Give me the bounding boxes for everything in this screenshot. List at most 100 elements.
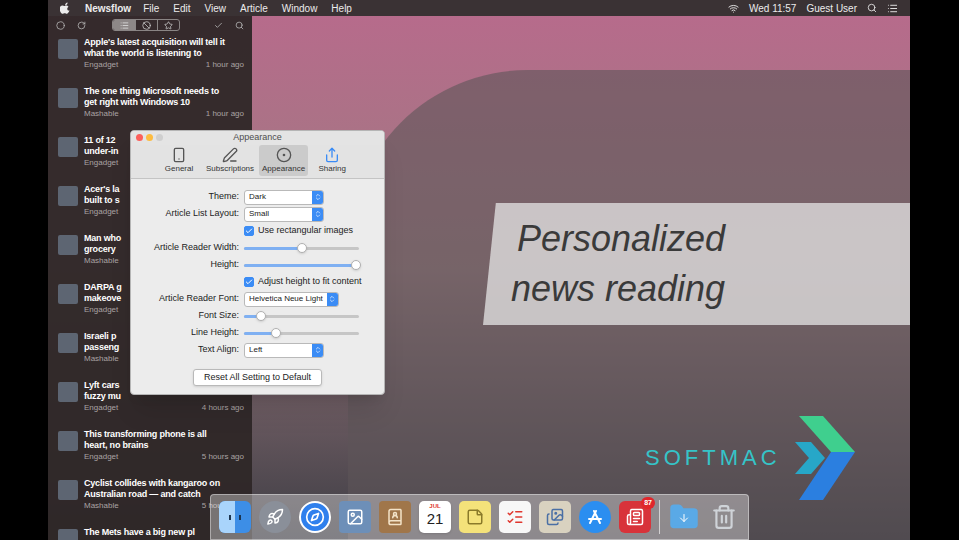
- wifi-icon[interactable]: [728, 3, 739, 14]
- slider-knob[interactable]: [271, 328, 281, 338]
- user-menu[interactable]: Guest User: [806, 1, 857, 16]
- article-thumbnail: [58, 480, 78, 500]
- select[interactable]: Left: [244, 343, 324, 358]
- safari-icon[interactable]: [299, 501, 331, 533]
- minimize-button[interactable]: [146, 134, 153, 141]
- refresh-icon[interactable]: [77, 21, 86, 30]
- preferences-tab[interactable]: Sharing: [310, 145, 354, 176]
- checkbox-field[interactable]: Adjust height to fit content: [244, 275, 376, 289]
- setting-label: Article Reader Width:: [139, 241, 239, 255]
- checkbox[interactable]: [244, 226, 254, 236]
- filter-segment[interactable]: [157, 20, 179, 30]
- tab-icon: [276, 147, 292, 163]
- sidebar-toolbar: [48, 16, 252, 34]
- tab-label: Subscriptions: [206, 163, 254, 174]
- preferences-dialog: AppearanceGeneralSubscriptionsAppearance…: [130, 130, 385, 395]
- calendar-month: JUL: [429, 502, 440, 510]
- filter-segment[interactable]: [135, 20, 157, 30]
- slider-knob[interactable]: [297, 243, 307, 253]
- screen-frame: Newsflow File Edit View Article Window Help Wed…: [0, 0, 959, 540]
- close-button[interactable]: [136, 134, 143, 141]
- dialog-title: Appearance: [171, 131, 344, 145]
- preferences-tabs: General Subscriptions Appearance Sharing: [131, 145, 384, 179]
- notes-icon[interactable]: [459, 501, 491, 533]
- rocket-icon: [266, 508, 284, 526]
- menu-item[interactable]: Help: [331, 1, 352, 16]
- downloads-folder[interactable]: [668, 501, 700, 533]
- slider-knob[interactable]: [351, 260, 361, 270]
- tab-label: Sharing: [318, 163, 346, 174]
- notification-list-icon[interactable]: [887, 3, 898, 14]
- select-value: Helvetica Neue Light: [245, 293, 327, 305]
- search-icon[interactable]: [235, 21, 244, 30]
- calendar-icon[interactable]: JUL21: [419, 501, 451, 533]
- article-item[interactable]: This transforming phone is allheart, no …: [48, 426, 252, 475]
- finder-icon[interactable]: [219, 501, 251, 533]
- contacts-icon[interactable]: [379, 501, 411, 533]
- article-source: Mashable: [84, 501, 119, 511]
- reminders-icon[interactable]: [499, 501, 531, 533]
- setting-label: Line Height:: [139, 326, 239, 340]
- softmac-watermark: SOFTMAC: [645, 410, 863, 505]
- app-menu[interactable]: Newsflow: [85, 1, 131, 16]
- slider[interactable]: [244, 328, 359, 338]
- article-title: what the world is listening to: [84, 48, 244, 59]
- preferences-tab[interactable]: Appearance: [259, 145, 308, 176]
- photos-icon[interactable]: [539, 501, 571, 533]
- spotlight-icon[interactable]: [867, 3, 877, 13]
- filter-segment[interactable]: [113, 20, 135, 30]
- dock: JUL21 87: [210, 494, 749, 540]
- slider[interactable]: [244, 243, 359, 253]
- menu-item[interactable]: Window: [282, 1, 318, 16]
- slider-knob[interactable]: [256, 311, 266, 321]
- preferences-tab[interactable]: Subscriptions: [203, 145, 257, 176]
- setting-label: Height:: [139, 258, 239, 272]
- banner-text: Personalized: [517, 214, 910, 264]
- slider[interactable]: [244, 311, 359, 321]
- article-item[interactable]: The one thing Microsoft needs toget righ…: [48, 83, 252, 132]
- article-item[interactable]: Apple's latest acquisition will tell itw…: [48, 34, 252, 83]
- article-title: get right with Windows 10: [84, 97, 244, 108]
- menu-item[interactable]: File: [143, 1, 159, 16]
- article-thumbnail: [58, 39, 78, 59]
- setting-row: Height:: [139, 257, 376, 274]
- menu-bar: Newsflow File Edit View Article Window Help Wed…: [48, 0, 910, 16]
- preview-icon[interactable]: [339, 501, 371, 533]
- setting-label: Theme:: [139, 190, 239, 204]
- desktop: Newsflow File Edit View Article Window Help Wed…: [48, 0, 910, 540]
- softmac-logo-icon: [793, 412, 863, 504]
- select-value: Left: [245, 344, 266, 356]
- select[interactable]: Dark: [244, 190, 324, 205]
- app-store-icon[interactable]: [579, 501, 611, 533]
- check-icon: [245, 278, 253, 286]
- select[interactable]: Small: [244, 207, 324, 222]
- mark-read-icon[interactable]: [214, 21, 223, 30]
- select[interactable]: Helvetica Neue Light: [244, 292, 339, 307]
- article-thumbnail: [58, 382, 78, 402]
- slider[interactable]: [244, 260, 359, 270]
- clock[interactable]: Wed 11:57: [749, 1, 796, 16]
- article-title: This transforming phone is all: [84, 429, 244, 440]
- list-icon: [120, 21, 129, 30]
- newsflow-icon[interactable]: 87: [619, 501, 651, 533]
- menu-item[interactable]: Article: [240, 1, 268, 16]
- menu-item[interactable]: View: [204, 1, 226, 16]
- address-book-icon: [386, 508, 404, 526]
- article-time: 1 hour ago: [206, 60, 244, 70]
- article-thumbnail: [58, 88, 78, 108]
- checkbox-field[interactable]: Use rectangular images: [244, 224, 376, 238]
- article-source: Mashable: [84, 354, 119, 364]
- preferences-tab[interactable]: General: [157, 145, 201, 176]
- status-circle-icon[interactable]: [56, 21, 65, 30]
- apple-icon[interactable]: [60, 2, 71, 14]
- zoom-button[interactable]: [156, 134, 163, 141]
- article-source: Engadget: [84, 60, 118, 70]
- trash-icon: [711, 504, 737, 530]
- menu-item[interactable]: Edit: [173, 1, 190, 16]
- launchpad-icon[interactable]: [259, 501, 291, 533]
- stepper-icon: [314, 346, 322, 354]
- checkbox[interactable]: [244, 277, 254, 287]
- stepper-icon: [328, 295, 336, 303]
- reset-button[interactable]: Reset All Setting to Default: [193, 369, 322, 387]
- trash[interactable]: [708, 501, 740, 533]
